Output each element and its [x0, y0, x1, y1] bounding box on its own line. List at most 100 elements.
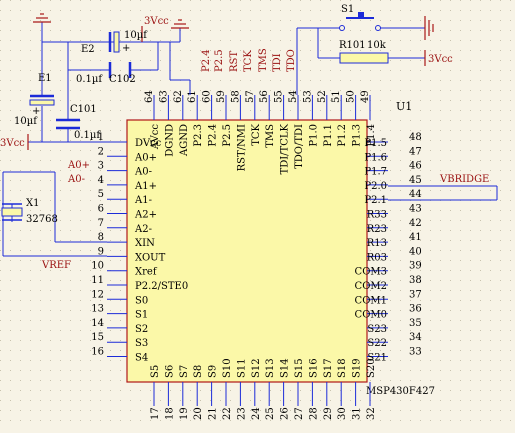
e1-value-label: 10µf: [14, 116, 38, 127]
pin-right-number: 46: [409, 161, 422, 172]
net-3vcc-left: 3Vcc: [0, 138, 25, 149]
net-p25: P2.5: [214, 49, 225, 72]
pin-bottom-number: 25: [265, 407, 276, 420]
pin-left-name: A1-: [134, 195, 152, 206]
r101-value-label: 10k: [367, 40, 387, 51]
pin-right-name: P1.7: [364, 167, 387, 178]
pin-bottom-name: S12: [251, 358, 262, 378]
pin-right-name: R03: [367, 252, 387, 263]
net-tdo: TDO: [286, 49, 297, 72]
pin-bottom-number: 22: [222, 407, 233, 420]
pin-bottom-number: 17: [150, 407, 161, 420]
pin-top-name: P1.0: [308, 124, 319, 147]
pin-bottom-number: 29: [323, 407, 334, 420]
schematic-canvas: U1 MSP430F427 1 DVcc 2 A0+ 3 A0- 4 A1+ 5 A1- 6 A2+ 7…: [0, 0, 515, 428]
pin-left-name: XIN: [135, 238, 155, 249]
pin-bottom-name: S5: [150, 365, 161, 378]
net-tck: TCK: [243, 50, 254, 72]
pin-right-number: 47: [409, 146, 422, 157]
pin-left-number: 3: [98, 161, 104, 172]
pin-bottom-name: S13: [265, 358, 276, 378]
pin-top-name: TMS: [265, 124, 276, 148]
pin-bottom-number: 27: [294, 407, 305, 420]
pin-bottom-name: S18: [337, 358, 348, 378]
pin-bottom-name: S17: [323, 358, 334, 378]
pin-right-number: 41: [409, 232, 422, 243]
pin-left-name: S3: [135, 338, 148, 349]
pin-right-number: 45: [409, 175, 422, 186]
pin-bottom-name: S15: [294, 358, 305, 378]
pin-right-number: 38: [409, 275, 422, 286]
pin-left-name: A1+: [134, 181, 157, 192]
pin-bottom-name: S10: [222, 358, 233, 378]
chip-part: MSP430F427: [366, 386, 435, 397]
pin-right-number: 39: [409, 261, 422, 272]
pin-left-number: 4: [98, 175, 104, 186]
pin-bottom-number: 30: [337, 407, 348, 420]
pin-right-name: S22: [367, 338, 387, 349]
pin-top-number: 60: [202, 90, 213, 103]
pin-top-number: 64: [144, 90, 155, 103]
pin-top-name: RST/NMI: [236, 124, 247, 171]
pin-right-name: P1.6: [364, 152, 387, 163]
pin-bottom-number: 28: [308, 407, 319, 420]
pin-top-number: 61: [187, 90, 198, 103]
pin-top-name: P2.5: [222, 124, 233, 147]
e2-value-label: 10µf: [124, 30, 148, 41]
pin-bottom-number: 19: [179, 407, 190, 420]
pin-top-number: 62: [173, 90, 184, 103]
net-tdi: TDI: [272, 53, 283, 72]
pin-top-number: 51: [331, 90, 342, 103]
pin-bottom-number: 32: [366, 407, 377, 420]
schematic-svg: U1 MSP430F427 1DVcc2A0+3A0-4A1+5A1-6A2+7…: [0, 0, 515, 428]
pin-bottom-number: 26: [280, 407, 291, 420]
c101-value-label: 0.1µf: [74, 130, 101, 141]
r101-ref-label: R101: [339, 40, 366, 51]
pin-top-name: P2.4: [208, 124, 219, 147]
pin-left-number: 14: [91, 318, 104, 329]
pin-left-name: Xref: [135, 267, 158, 278]
pin-right-name: P2.1: [364, 195, 387, 206]
pin-top-name: P1.4: [366, 124, 377, 147]
net-p24: P2.4: [201, 49, 212, 72]
e1-plus-label: +: [32, 106, 40, 117]
pin-right-number: 36: [409, 304, 422, 315]
pin-left-number: 15: [91, 332, 104, 343]
e2-plate-right: [113, 31, 120, 53]
net-a0-minus: A0-: [67, 174, 85, 185]
pin-right-name: COM0: [355, 310, 387, 321]
x1-ref-label: X1: [26, 198, 39, 209]
pin-top-name: P2.3: [193, 124, 204, 147]
pin-bottom-name: S20: [366, 358, 377, 378]
pin-top-name: AGND: [179, 124, 190, 157]
pin-left-number: 6: [98, 204, 104, 215]
pin-left-name: A0+: [134, 152, 157, 163]
pin-right-name: COM1: [355, 295, 387, 306]
pin-top-name: TDI/TCLK: [280, 123, 291, 174]
pin-top-name: P1.2: [337, 124, 348, 147]
pin-bottom-number: 21: [208, 407, 219, 420]
pin-top-number: 53: [302, 90, 313, 103]
pin-left-name: A2-: [134, 224, 152, 235]
pin-top-name: TDO/TDI: [294, 124, 305, 169]
pin-bottom-name: S7: [179, 365, 190, 378]
pin-bottom-number: 31: [352, 407, 363, 420]
pin-top-name: TCK: [251, 123, 262, 145]
pin-right-number: 33: [409, 347, 422, 358]
net-tms: TMS: [258, 48, 269, 72]
pin-top-name: DGND: [164, 124, 175, 157]
pin-left-number: 8: [98, 232, 104, 243]
pin-bottom-name: S16: [308, 358, 319, 378]
pin-right-name: COM2: [355, 281, 387, 292]
pin-left-name: A0-: [134, 167, 152, 178]
pin-right-number: 37: [409, 289, 422, 300]
pin-left-number: 12: [91, 289, 104, 300]
c101-ref-label: C101: [70, 104, 97, 115]
pin-left-name: S0: [135, 295, 148, 306]
pin-bottom-number: 24: [251, 407, 262, 420]
x1-value-label: 32768: [26, 214, 58, 225]
pin-top-number: 52: [317, 90, 328, 103]
pin-left-number: 5: [98, 189, 104, 200]
pin-right-number: 35: [409, 318, 422, 329]
pin-right-number: 43: [409, 204, 422, 215]
